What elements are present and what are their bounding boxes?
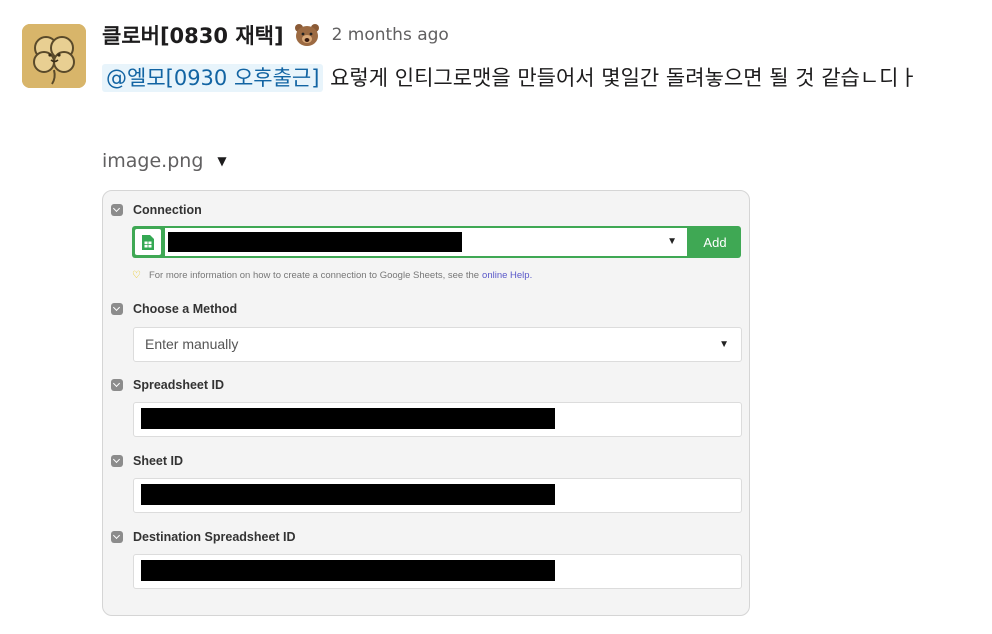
add-connection-button: Add	[703, 234, 727, 250]
connection-hint: ♡ For more information on how to create …	[132, 270, 532, 281]
caret-down-icon[interactable]: ▼	[217, 154, 226, 168]
image-preview[interactable]: Connection ▼ Add ♡ For more information …	[102, 190, 750, 616]
connection-label: Connection	[133, 203, 202, 217]
connection-selector: ▼ Add	[132, 226, 741, 258]
dropdown-arrow-icon: ▼	[667, 236, 677, 247]
attachment-header[interactable]: image.png ▼	[102, 150, 227, 172]
hint-text: For more information on how to create a …	[148, 270, 480, 281]
spreadsheet-id-section-label: Spreadsheet ID	[111, 378, 224, 392]
connection-dropdown: ▼	[165, 228, 687, 256]
message-header: 클로버[0830 재택] 2 months ago	[102, 18, 449, 52]
destination-spreadsheet-id-field	[133, 554, 742, 589]
collapse-chevron-icon	[111, 455, 123, 467]
google-sheets-icon	[135, 229, 161, 255]
user-mention[interactable]: @엘모[0930 오후출근]	[102, 64, 324, 92]
message-timestamp[interactable]: 2 months ago	[332, 25, 449, 45]
message-text: 요렇게 인티그로맷을 만들어서 몇일간 돌려놓으면 될 것 같습ㄴ디ㅏ	[323, 66, 918, 90]
sheet-id-section-label: Sheet ID	[111, 454, 183, 468]
collapse-chevron-icon	[111, 303, 123, 315]
connection-section-label: Connection	[111, 203, 202, 217]
dropdown-arrow-icon: ▼	[719, 339, 729, 350]
redacted-value	[141, 484, 555, 505]
redacted-connection-name	[168, 232, 462, 252]
sheet-id-field	[133, 478, 742, 513]
spreadsheet-id-field	[133, 402, 742, 437]
destination-spreadsheet-id-label: Destination Spreadsheet ID	[133, 530, 296, 544]
author-name[interactable]: 클로버[0830 재택]	[102, 20, 284, 50]
method-label: Choose a Method	[133, 302, 238, 316]
redacted-value	[141, 560, 555, 581]
bear-face-icon[interactable]	[294, 23, 320, 47]
spreadsheet-id-label: Spreadsheet ID	[133, 378, 225, 392]
sheet-id-label: Sheet ID	[133, 454, 184, 468]
collapse-chevron-icon	[111, 204, 123, 216]
clover-avatar-icon	[22, 24, 86, 88]
lightbulb-icon: ♡	[132, 270, 141, 281]
method-section-label: Choose a Method	[111, 302, 237, 316]
redacted-value	[141, 408, 555, 429]
collapse-chevron-icon	[111, 379, 123, 391]
online-help-link: online Help.	[482, 270, 533, 281]
collapse-chevron-icon	[111, 531, 123, 543]
attachment-file-name[interactable]: image.png	[102, 150, 203, 172]
method-select: Enter manually ▼	[133, 327, 742, 362]
message-body: @엘모[0930 오후출근] 요렇게 인티그로맷을 만들어서 몇일간 돌려놓으면…	[102, 58, 962, 98]
destination-spreadsheet-id-section-label: Destination Spreadsheet ID	[111, 530, 296, 544]
method-value: Enter manually	[145, 336, 239, 352]
avatar[interactable]	[22, 24, 86, 88]
